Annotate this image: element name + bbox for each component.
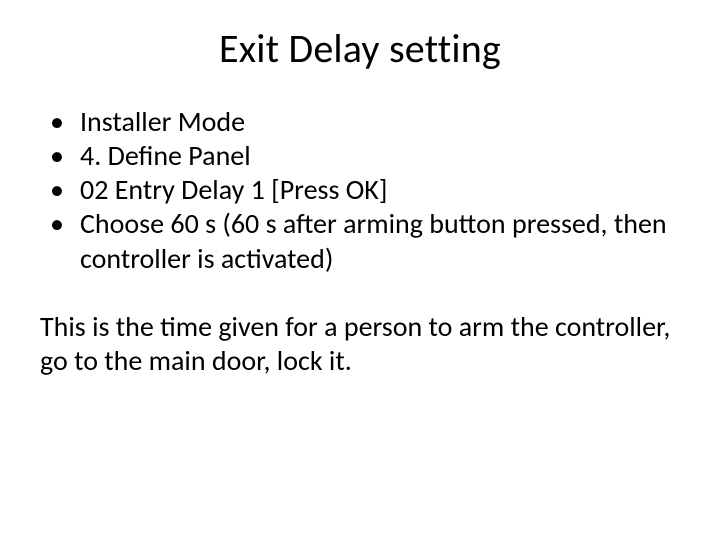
list-item-text: Choose 60 s (60 s after arming button pr… [80, 206, 667, 275]
slide-body: Installer Mode 4. Define Panel 02 Entry … [40, 105, 680, 378]
list-item: 02 Entry Delay 1 [Press OK] [44, 173, 680, 207]
slide-title: Exit Delay setting [40, 24, 680, 73]
list-item-text: Installer Mode [80, 104, 245, 139]
slide: Exit Delay setting Installer Mode 4. Def… [0, 0, 720, 540]
list-item: Installer Mode [44, 105, 680, 139]
list-item: 4. Define Panel [44, 139, 680, 173]
bullet-list: Installer Mode 4. Define Panel 02 Entry … [40, 105, 680, 276]
body-paragraph: This is the time given for a person to a… [40, 310, 680, 378]
list-item-text: 02 Entry Delay 1 [Press OK] [80, 172, 387, 207]
list-item: Choose 60 s (60 s after arming button pr… [44, 207, 680, 275]
list-item-text: 4. Define Panel [80, 138, 251, 173]
